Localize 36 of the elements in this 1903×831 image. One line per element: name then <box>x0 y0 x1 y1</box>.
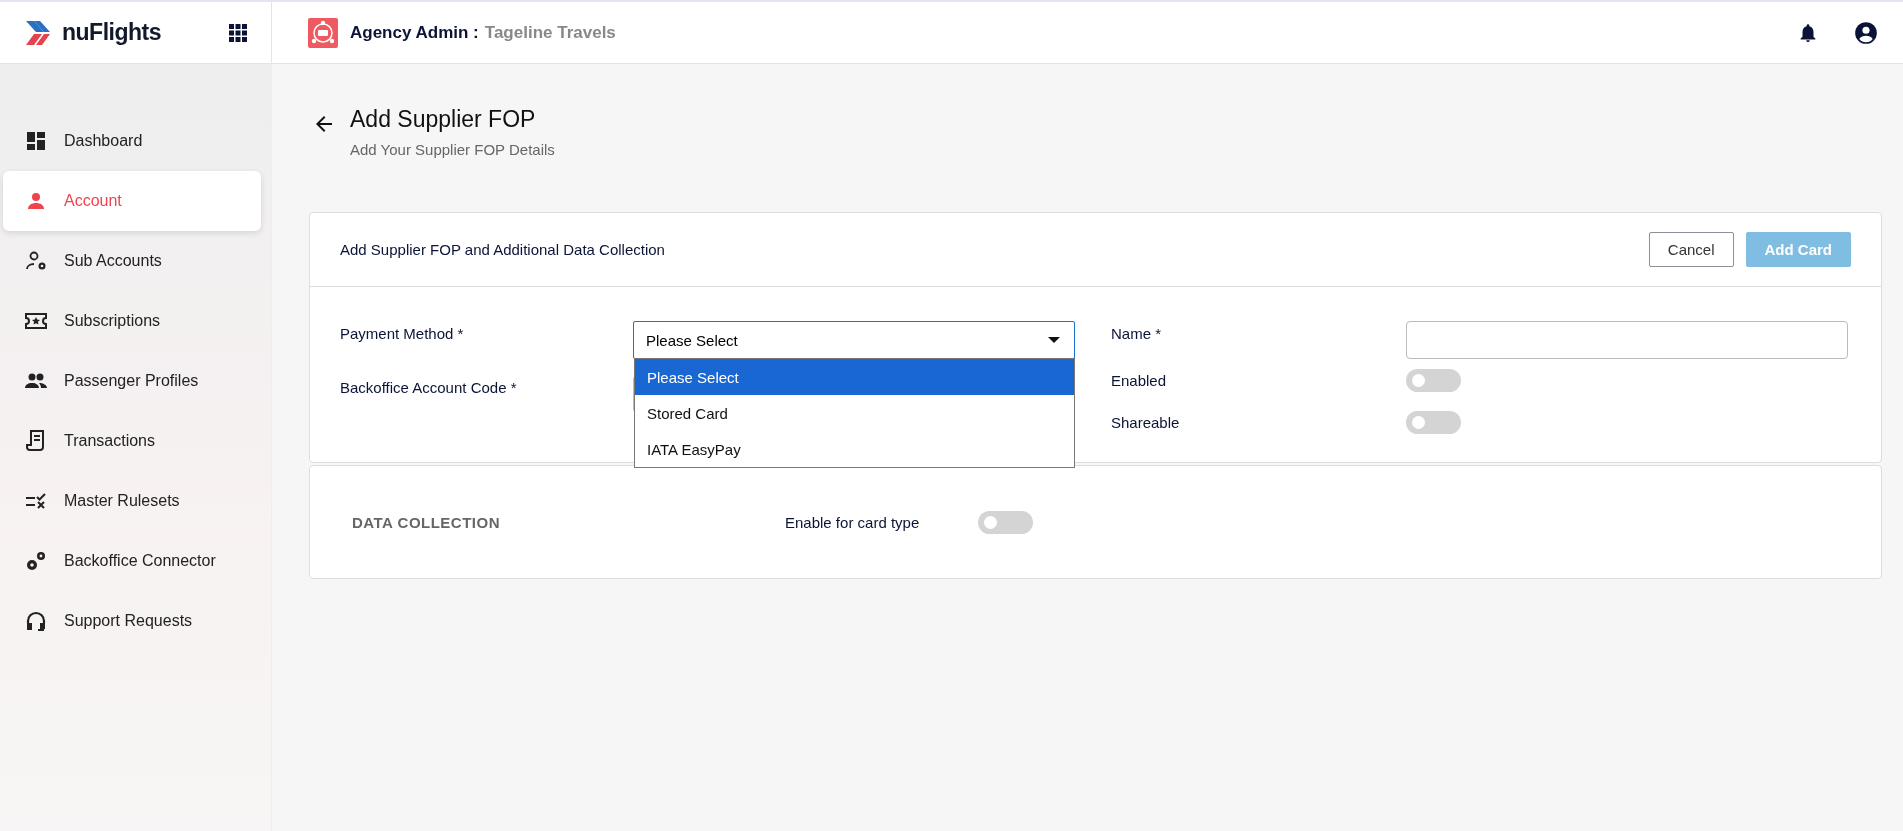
field-label: Name * <box>1110 324 1163 342</box>
field-label: Enabled <box>1110 372 1168 389</box>
field-label: Backoffice Account Code * <box>340 378 518 396</box>
dropdown-option[interactable]: IATA EasyPay <box>635 431 1074 467</box>
account-circle-icon[interactable] <box>1853 19 1879 46</box>
agency-name: Tageline Travels <box>484 22 616 43</box>
headset-icon <box>24 609 48 633</box>
caret-icon <box>1048 337 1060 343</box>
sidebar-item[interactable]: Account <box>3 171 261 231</box>
toggle-switch[interactable] <box>1406 411 1461 434</box>
apps-grid-icon[interactable] <box>229 23 247 42</box>
sidebar-item[interactable]: Sub Accounts <box>3 231 261 291</box>
field-label: Payment Method * <box>340 324 465 342</box>
sidebar-item[interactable]: Subscriptions <box>3 291 261 351</box>
sidebar-item[interactable]: Transactions <box>3 411 261 471</box>
cancel-button[interactable]: Cancel <box>1648 232 1734 267</box>
sidebar-item[interactable]: Backoffice Connector <box>3 531 261 591</box>
toggle-label: Enable for card type <box>785 513 921 531</box>
sidebar-item[interactable]: Support Requests <box>3 591 261 651</box>
dashboard-icon <box>24 129 48 153</box>
toggle-switch[interactable] <box>1406 369 1461 392</box>
sidebar-item[interactable]: Passenger Profiles <box>3 351 261 411</box>
dropdown-option[interactable]: Please Select <box>635 359 1074 395</box>
agency-badge-icon <box>308 17 338 48</box>
page-title: Add Supplier FOP <box>350 106 537 133</box>
page-subtitle: Add Your Supplier FOP Details <box>350 141 555 158</box>
brand-name: nuFlights <box>62 19 161 46</box>
toggle-switch[interactable] <box>978 510 1033 534</box>
dropdown-option[interactable]: Stored Card <box>635 395 1074 431</box>
role-label: Agency Admin : <box>350 22 479 43</box>
name-input-field[interactable] <box>1406 321 1848 359</box>
sidebar-item[interactable]: Dashboard <box>3 111 261 171</box>
card-title: Add Supplier FOP and Additional Data Collection <box>340 241 665 258</box>
sidebar-item[interactable]: Master Rulesets <box>3 471 261 531</box>
section-title: DATA COLLECTION <box>352 513 502 531</box>
field-label: Shareable <box>1110 414 1181 431</box>
